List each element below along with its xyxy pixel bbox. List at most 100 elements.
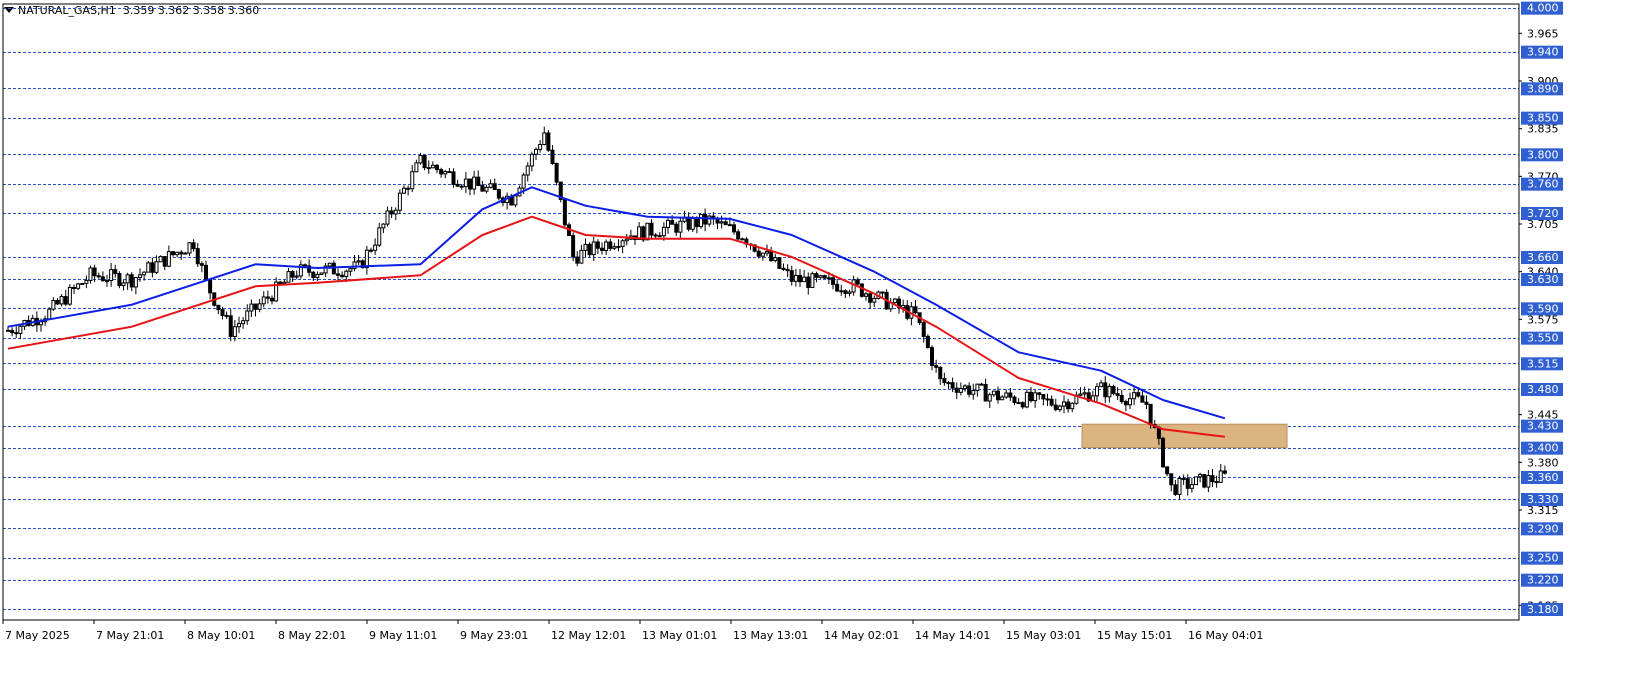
- candle-body-down: [946, 382, 951, 385]
- candle-body-up: [385, 210, 390, 225]
- candle-body-down: [199, 263, 204, 266]
- candle-body-down: [290, 271, 295, 278]
- candle-body-down: [756, 250, 761, 257]
- candle-body-down: [550, 149, 555, 164]
- candle-body-down: [451, 171, 456, 185]
- price-badge-label: 3.430: [1527, 420, 1559, 433]
- candle-body-down: [100, 276, 105, 282]
- candle-body-down: [150, 262, 155, 273]
- candle-body-down: [14, 332, 19, 335]
- candle-body-down: [336, 273, 340, 276]
- candle-body-up: [1070, 402, 1075, 410]
- candle-body-up: [257, 303, 262, 310]
- candle-body-up: [645, 222, 650, 241]
- candle-body-up: [484, 186, 489, 192]
- candle-body-down: [96, 275, 101, 278]
- x-tick-label: 13 May 13:01: [733, 629, 808, 642]
- candle-body-down: [476, 176, 481, 186]
- candle-body-down: [843, 290, 848, 294]
- candle-body-up: [1189, 484, 1194, 489]
- candle-body-up: [987, 394, 992, 402]
- candle-body-up: [1078, 393, 1083, 396]
- candle-body-up: [232, 326, 237, 337]
- candle-body-down: [468, 178, 472, 190]
- x-tick-label: 12 May 12:01: [551, 629, 626, 642]
- supply-zone: [1081, 423, 1288, 449]
- price-badge-label: 3.180: [1527, 603, 1559, 616]
- candle-body-down: [480, 184, 485, 192]
- candle-body-down: [10, 329, 15, 334]
- candle-body-down: [674, 223, 679, 233]
- candle-body-up: [315, 273, 320, 278]
- candle-body-up: [430, 164, 435, 169]
- candle-body-down: [694, 217, 699, 228]
- candle-body-up: [282, 281, 287, 284]
- candle-body-up: [719, 221, 724, 224]
- candle-body-down: [72, 286, 76, 289]
- candle-body-up: [1194, 476, 1198, 486]
- candle-body-up: [1128, 398, 1132, 406]
- candle-body-up: [443, 171, 448, 175]
- candle-body-down: [1214, 481, 1219, 484]
- candle-body-up: [18, 325, 23, 334]
- price-badge-label: 3.220: [1527, 574, 1559, 587]
- candles: [6, 126, 1227, 500]
- candle-body-up: [1099, 382, 1104, 388]
- price-badge-label: 3.660: [1527, 251, 1559, 264]
- candle-body-up: [773, 257, 778, 262]
- level-lines: [3, 8, 1519, 610]
- candle-body-down: [930, 347, 934, 366]
- candle-body-down: [117, 273, 122, 287]
- candle-body-down: [63, 296, 68, 305]
- candle-body-up: [542, 132, 547, 146]
- price-badge-label: 3.850: [1527, 112, 1559, 125]
- candle-body-down: [942, 378, 947, 384]
- candle-body-down: [1210, 475, 1215, 483]
- candle-body-up: [373, 244, 378, 251]
- candle-body-up: [175, 251, 180, 256]
- candle-body-down: [777, 257, 782, 269]
- candle-body-up: [237, 323, 241, 328]
- candle-body-down: [369, 249, 373, 252]
- candle-body-down: [1049, 398, 1054, 406]
- candle-body-down: [496, 189, 501, 199]
- candle-body-down: [1123, 400, 1128, 406]
- candle-body-up: [1095, 386, 1099, 397]
- candle-body-up: [142, 271, 147, 276]
- candle-body-down: [1148, 403, 1153, 426]
- candle-body-up: [971, 390, 976, 395]
- candle-body-down: [6, 329, 10, 332]
- candle-body-up: [624, 238, 629, 242]
- price-chart[interactable]: 3.9653.9003.8353.7703.7053.6403.5753.445…: [0, 0, 1651, 682]
- candle-body-down: [979, 383, 984, 386]
- candle-body-down: [55, 299, 60, 305]
- candle-body-down: [1111, 385, 1116, 395]
- candle-body-down: [208, 278, 213, 294]
- candle-body-down: [1016, 402, 1021, 405]
- candle-body-down: [389, 210, 394, 215]
- candle-body-down: [1185, 478, 1190, 489]
- candle-body-up: [1206, 475, 1211, 488]
- candle-body-down: [129, 274, 134, 288]
- candle-body-up: [249, 303, 254, 312]
- candle-body-down: [113, 269, 118, 275]
- candle-body-down: [855, 279, 860, 285]
- candle-body-down: [447, 171, 452, 174]
- candle-body-up: [864, 293, 868, 297]
- x-tick-label: 9 May 23:01: [460, 629, 528, 642]
- price-badge-label: 3.720: [1527, 207, 1559, 220]
- candle-body-down: [303, 264, 307, 267]
- candle-body-up: [810, 273, 815, 288]
- candle-body-down: [270, 297, 274, 302]
- candle-body-down: [278, 281, 283, 284]
- candle-body-down: [736, 231, 741, 240]
- x-tick-label: 15 May 03:01: [1006, 629, 1081, 642]
- x-tick-label: 7 May 21:01: [96, 629, 164, 642]
- candle-body-up: [410, 171, 415, 190]
- candle-body-down: [595, 241, 600, 249]
- candle-body-up: [847, 291, 852, 294]
- candle-body-down: [1181, 477, 1186, 480]
- candle-body-up: [245, 310, 250, 322]
- candle-body-down: [798, 274, 802, 283]
- candle-body-down: [806, 276, 811, 288]
